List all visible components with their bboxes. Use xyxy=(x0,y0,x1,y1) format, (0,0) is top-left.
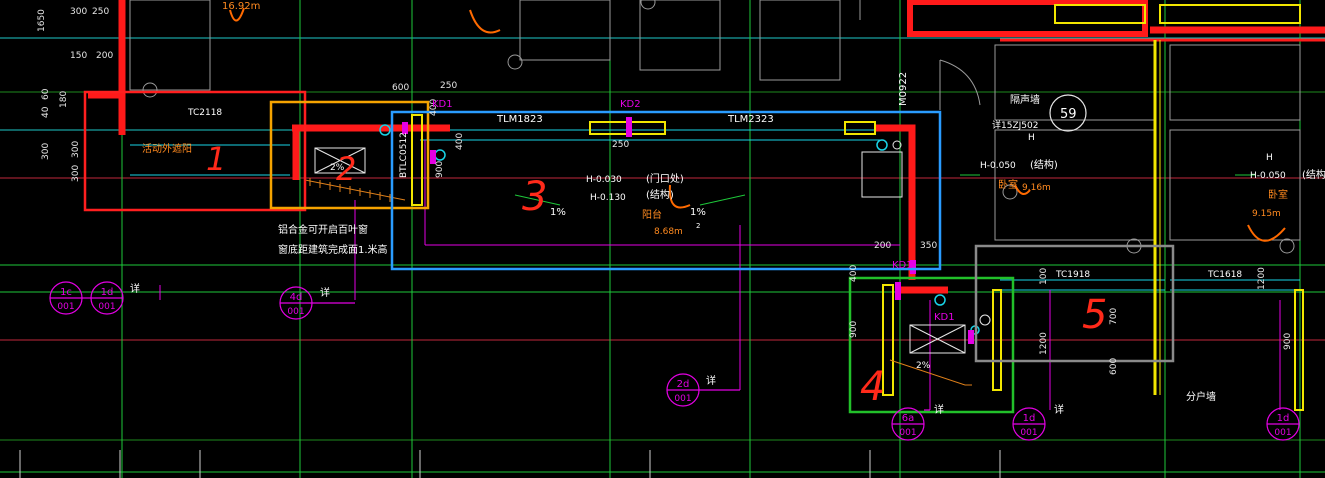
dim-1200-b: 1200 xyxy=(1257,267,1267,290)
callout-bottom: 001 xyxy=(674,394,691,404)
area-label-top: 16.92m xyxy=(222,1,260,12)
dim-900-c: 900 xyxy=(1283,333,1293,350)
bedroom-a-area: 9.16m xyxy=(1022,183,1051,193)
callout-top: 1d xyxy=(101,287,114,298)
floor-plan: 1650 300 250 150 200 60 40 180 300 300 3… xyxy=(0,0,1325,478)
dim-100: 100 xyxy=(1039,268,1049,285)
dim-600: 600 xyxy=(392,83,409,93)
drawing-labels: 16.92m TC2118 活动外遮阳 KD1 KD2 TLM1823 TLM2… xyxy=(142,1,1325,403)
h-mark-b: H xyxy=(1266,153,1273,163)
dim-700: 700 xyxy=(1109,308,1119,325)
dim-1200-a: 1200 xyxy=(1039,332,1049,355)
annotation-number-1: 1 xyxy=(206,140,226,178)
dim-350: 350 xyxy=(920,241,937,251)
xiang-label: 详 xyxy=(1054,403,1064,416)
dim-250-b: 250 xyxy=(440,81,457,91)
callout-bottom: 001 xyxy=(287,307,304,317)
bedroom-b-area: 9.15m xyxy=(1252,209,1281,219)
ref-15zj502: 详15ZJ502 xyxy=(992,119,1038,131)
slope-d: 2% xyxy=(916,361,931,371)
xiang-label: 详 xyxy=(706,374,716,387)
struct-note-b: (结构) xyxy=(1030,158,1058,171)
sill-note: 窗底距建筑完成面1.米高 xyxy=(278,243,388,256)
ref-59: 59 xyxy=(1060,107,1077,122)
elevation-a: H-0.030 xyxy=(586,175,622,185)
window-btlc0512: BTLC0512 xyxy=(399,132,409,178)
annotation-number-2: 2 xyxy=(336,150,356,188)
party-wall-label: 分户墙 xyxy=(1186,390,1216,403)
elevation-c: H-0.050 xyxy=(980,161,1016,171)
window-tc1618: TC1618 xyxy=(1207,270,1242,280)
xiang-label: 详 xyxy=(934,403,944,416)
door-tlm2323: TLM2323 xyxy=(727,114,774,125)
callout-top: 1d xyxy=(1277,413,1290,424)
dim-900-b: 900 xyxy=(849,321,859,338)
xiang-labels: 详 详 详 详 详 xyxy=(130,282,1064,416)
dim-250-c: 250 xyxy=(612,140,629,150)
dim-40: 40 xyxy=(41,106,51,118)
dim-400-c: 400 xyxy=(849,265,859,282)
callout-bottom: 001 xyxy=(98,302,115,312)
door-tlm1823: TLM1823 xyxy=(496,114,543,125)
elevation-d: H-0.050 xyxy=(1250,171,1286,181)
drain-fixtures xyxy=(314,117,991,354)
kd1-label-b: KD1 xyxy=(892,260,913,271)
callout-bottom: 001 xyxy=(1020,428,1037,438)
callout-top: 6a xyxy=(902,413,915,424)
dim-200: 200 xyxy=(96,51,113,61)
windows xyxy=(304,4,1304,411)
slope-a: 1% xyxy=(550,207,566,218)
annotation-number-4: 4 xyxy=(860,364,885,410)
h-mark-a: H xyxy=(1028,133,1035,143)
dim-250-top: 250 xyxy=(92,7,109,17)
dim-150: 150 xyxy=(70,51,87,61)
xiang-label: 详 xyxy=(130,282,140,295)
dim-1650: 1650 xyxy=(37,9,47,32)
slope-arrows xyxy=(514,174,1255,206)
window-tc1918: TC1918 xyxy=(1055,270,1090,280)
soundwall-label: 隔声墙 xyxy=(1010,93,1040,106)
elevation-b: H-0.130 xyxy=(590,193,626,203)
callout-bottom: 001 xyxy=(899,428,916,438)
dim-300-left-b: 300 xyxy=(71,141,81,158)
dim-900-a: 900 xyxy=(435,161,445,178)
callout-top: 4d xyxy=(290,292,303,303)
balcony-label: 阳台 xyxy=(642,208,662,221)
detail-callouts xyxy=(49,94,1300,441)
dim-60: 60 xyxy=(41,88,51,100)
louver-note: 铝合金可开启百叶窗 xyxy=(278,223,368,236)
cad-drawing-canvas: 1650 300 250 150 200 60 40 180 300 300 3… xyxy=(0,0,1325,478)
dim-300-top: 300 xyxy=(70,7,87,17)
window-tc2118: TC2118 xyxy=(187,108,222,118)
kd2-label: KD2 xyxy=(620,99,641,110)
dim-400-a: 400 xyxy=(455,133,465,150)
dim-600-b: 600 xyxy=(1109,358,1119,375)
bedroom-b: 卧室 xyxy=(1268,188,1288,201)
door-m0922: M0922 xyxy=(898,72,909,106)
dim-200-b: 200 xyxy=(874,241,891,251)
annotation-number-3: 3 xyxy=(522,174,547,220)
callout-top: 1d xyxy=(1023,413,1036,424)
sunshade-label: 活动外遮阳 xyxy=(142,142,192,155)
annotation-number-5: 5 xyxy=(1082,292,1107,338)
struct-note-c: (结构 xyxy=(1302,168,1325,181)
axis-lines xyxy=(0,0,1325,478)
struct-note-a: (结构) xyxy=(646,188,674,201)
xiang-label: 详 xyxy=(320,286,330,299)
bedroom-a: 卧室 xyxy=(998,178,1018,191)
kd1-label-a: KD1 xyxy=(432,99,453,110)
annotation-box-5 xyxy=(974,244,1175,363)
sq-mark: 2 xyxy=(696,222,700,230)
callout-bottom: 001 xyxy=(1274,428,1291,438)
dim-180: 180 xyxy=(59,91,69,108)
slope-b: 1% xyxy=(690,207,706,218)
callout-top: 2d xyxy=(677,379,690,390)
dim-300-left-a: 300 xyxy=(41,143,51,160)
callout-top: 1c xyxy=(60,287,72,298)
kd1-label-c: KD1 xyxy=(934,312,955,323)
dim-300-left-c: 300 xyxy=(71,165,81,182)
callout-bottom: 001 xyxy=(57,302,74,312)
door-note: (门口处) xyxy=(646,172,684,185)
balcony-area: 8.68m xyxy=(654,227,683,237)
